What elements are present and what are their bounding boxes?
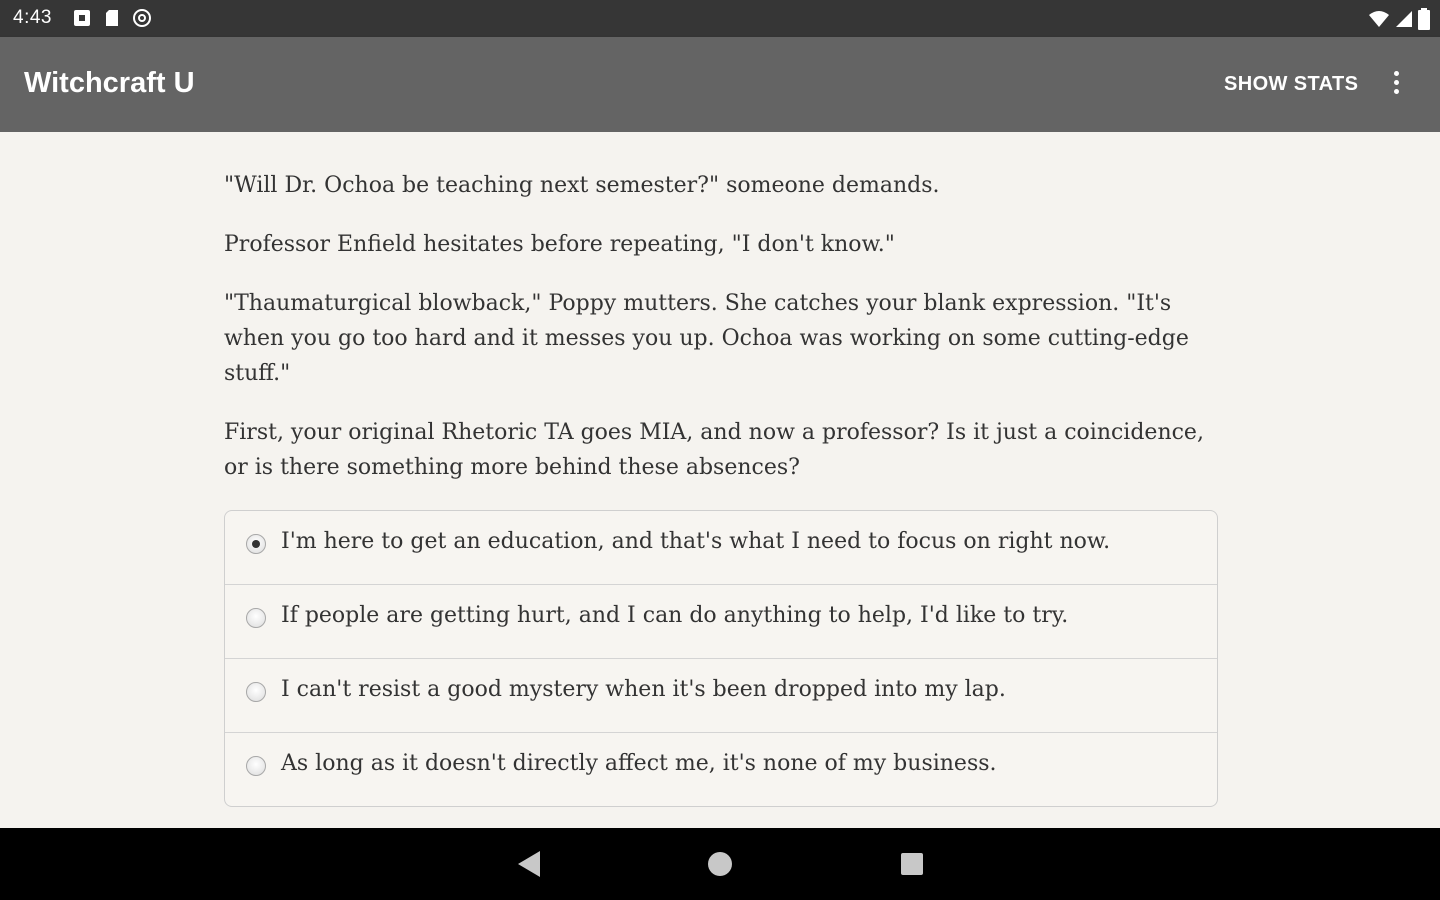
status-right-icons: [1368, 8, 1430, 30]
story-paragraph: "Thaumaturgical blowback," Poppy mutters…: [224, 291, 1189, 386]
story-text: "Will Dr. Ochoa be teaching next semeste…: [224, 168, 1224, 509]
choice-label: If people are getting hurt, and I can do…: [281, 603, 1069, 628]
more-vert-icon[interactable]: [1382, 67, 1410, 101]
app-bar: Witchcraft U SHOW STATS: [0, 37, 1440, 132]
story-paragraph: Professor Enfield hesitates before repea…: [224, 232, 895, 257]
battery-icon: [1418, 8, 1430, 30]
status-time: 4:43: [13, 7, 52, 28]
choice-label: As long as it doesn't directly affect me…: [281, 751, 997, 776]
choice-label: I can't resist a good mystery when it's …: [281, 677, 1006, 702]
at-sign-icon: [133, 9, 151, 27]
navigation-bar: [0, 828, 1440, 900]
radio-button[interactable]: [246, 534, 266, 554]
choice-label: I'm here to get an education, and that's…: [281, 529, 1111, 554]
radio-button[interactable]: [246, 756, 266, 776]
sd-card-icon: [106, 10, 118, 26]
recents-icon[interactable]: [901, 853, 923, 875]
choice-option[interactable]: As long as it doesn't directly affect me…: [225, 733, 1217, 806]
status-left-icons: [72, 8, 152, 28]
choice-option[interactable]: I can't resist a good mystery when it's …: [225, 659, 1217, 733]
status-bar: 4:43: [0, 0, 1440, 37]
cell-signal-icon: [1396, 11, 1412, 27]
home-icon[interactable]: [708, 852, 732, 876]
show-stats-button[interactable]: SHOW STATS: [1224, 73, 1358, 96]
back-icon[interactable]: [518, 851, 540, 877]
story-paragraph: "Will Dr. Ochoa be teaching next semeste…: [224, 173, 940, 198]
choice-option[interactable]: I'm here to get an education, and that's…: [225, 511, 1217, 585]
choice-list: I'm here to get an education, and that's…: [224, 510, 1218, 807]
radio-button[interactable]: [246, 682, 266, 702]
wifi-icon: [1369, 11, 1389, 27]
choice-option[interactable]: If people are getting hurt, and I can do…: [225, 585, 1217, 659]
story-paragraph: First, your original Rhetoric TA goes MI…: [224, 420, 1204, 480]
notification-icon: [74, 10, 90, 26]
story-content: "Will Dr. Ochoa be teaching next semeste…: [0, 132, 1440, 828]
app-title: Witchcraft U: [24, 67, 195, 99]
radio-button[interactable]: [246, 608, 266, 628]
